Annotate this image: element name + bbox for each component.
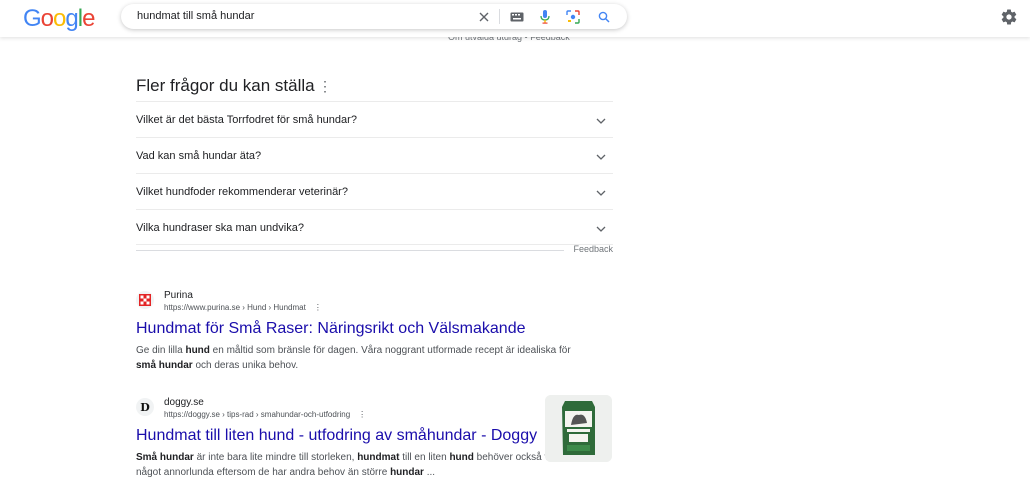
snippet-text: ... <box>423 467 436 478</box>
microphone-icon[interactable] <box>537 9 553 25</box>
paa-question[interactable]: Vilket hundfoder rekommenderar veterinär… <box>136 173 613 209</box>
logo-letter: o <box>40 5 54 32</box>
snippet-highlight: hundmat <box>357 452 400 463</box>
paa-question-text: Vilket är det bästa Torrfodret för små h… <box>136 114 357 126</box>
result-url-text: https://doggy.se › tips-rad › smahundar-… <box>164 410 351 419</box>
keyboard-icon[interactable] <box>509 9 525 25</box>
chevron-down-icon <box>595 222 607 234</box>
result-title-link[interactable]: Hundmat till liten hund - utfodring av s… <box>136 427 537 445</box>
result-snippet: Ge din lilla hund en måltid som bränsle … <box>136 343 586 373</box>
purina-favicon[interactable] <box>136 291 154 309</box>
paa-question[interactable]: Vilka hundraser ska man undvika? <box>136 209 613 245</box>
result-site-name[interactable]: doggy.se <box>164 397 204 408</box>
result-url[interactable]: https://doggy.se › tips-rad › smahundar-… <box>164 410 366 419</box>
search-icon[interactable] <box>596 9 612 25</box>
result-url-text: https://www.purina.se › Hund › Hundmat <box>164 303 306 312</box>
paa-question-text: Vilka hundraser ska man undvika? <box>136 222 304 234</box>
snippet-text: och deras unika behov. <box>192 360 299 371</box>
paa-question-text: Vilket hundfoder rekommenderar veterinär… <box>136 186 348 198</box>
paa-list: Vilket är det bästa Torrfodret för små h… <box>136 101 613 245</box>
logo-letter: G <box>23 5 42 32</box>
paa-question[interactable]: Vilket är det bästa Torrfodret för små h… <box>136 101 613 137</box>
more-options-icon[interactable]: ⋮ <box>314 303 322 312</box>
snippet-highlight: hund <box>449 452 474 463</box>
chevron-down-icon <box>595 186 607 198</box>
snippet-highlight: hund <box>185 345 210 356</box>
snippet-highlight: Små hundar <box>136 452 194 463</box>
divider <box>499 9 500 24</box>
feedback-link[interactable]: Feedback <box>573 244 613 254</box>
paa-question-text: Vad kan små hundar äta? <box>136 150 262 162</box>
paa-footer: Feedback <box>136 243 613 257</box>
result-snippet: Små hundar är inte bara lite mindre till… <box>136 450 586 480</box>
snippet-text: en måltid som bränsle för dagen. Våra no… <box>209 345 571 356</box>
result-url[interactable]: https://www.purina.se › Hund › Hundmat ⋮ <box>164 303 322 312</box>
logo-letter: g <box>65 5 78 32</box>
snippet-highlight: små hundar <box>136 360 193 371</box>
doggy-favicon[interactable]: D <box>136 398 154 416</box>
paa-question[interactable]: Vad kan små hundar äta? <box>136 137 613 173</box>
logo-letter: e <box>82 5 95 32</box>
snippet-text: Ge din lilla <box>136 345 186 356</box>
search-box[interactable]: hundmat till små hundar <box>121 4 627 29</box>
snippet-text: till en liten <box>399 452 450 463</box>
header-bar: Google hundmat till små hundar <box>0 0 1030 37</box>
logo-letter: o <box>53 5 66 32</box>
camera-lens-icon[interactable] <box>565 9 581 25</box>
more-options-icon[interactable]: ⋮ <box>318 78 332 95</box>
divider <box>136 250 564 251</box>
chevron-down-icon <box>595 114 607 126</box>
result-site-name[interactable]: Purina <box>164 290 193 301</box>
google-logo[interactable]: Google <box>23 5 95 33</box>
more-options-icon[interactable]: ⋮ <box>358 410 366 419</box>
search-input[interactable]: hundmat till små hundar <box>137 10 254 22</box>
result-thumbnail-image[interactable] <box>545 395 612 462</box>
snippet-highlight: hundar <box>390 467 424 478</box>
chevron-down-icon <box>595 150 607 162</box>
result-title-link[interactable]: Hundmat för Små Raser: Näringsrikt och V… <box>136 320 526 338</box>
settings-gear-icon[interactable] <box>1000 8 1020 28</box>
paa-title: Fler frågor du kan ställa <box>136 76 315 95</box>
clear-icon[interactable] <box>476 9 492 25</box>
snippet-text: är inte bara lite mindre till storleken, <box>193 452 358 463</box>
